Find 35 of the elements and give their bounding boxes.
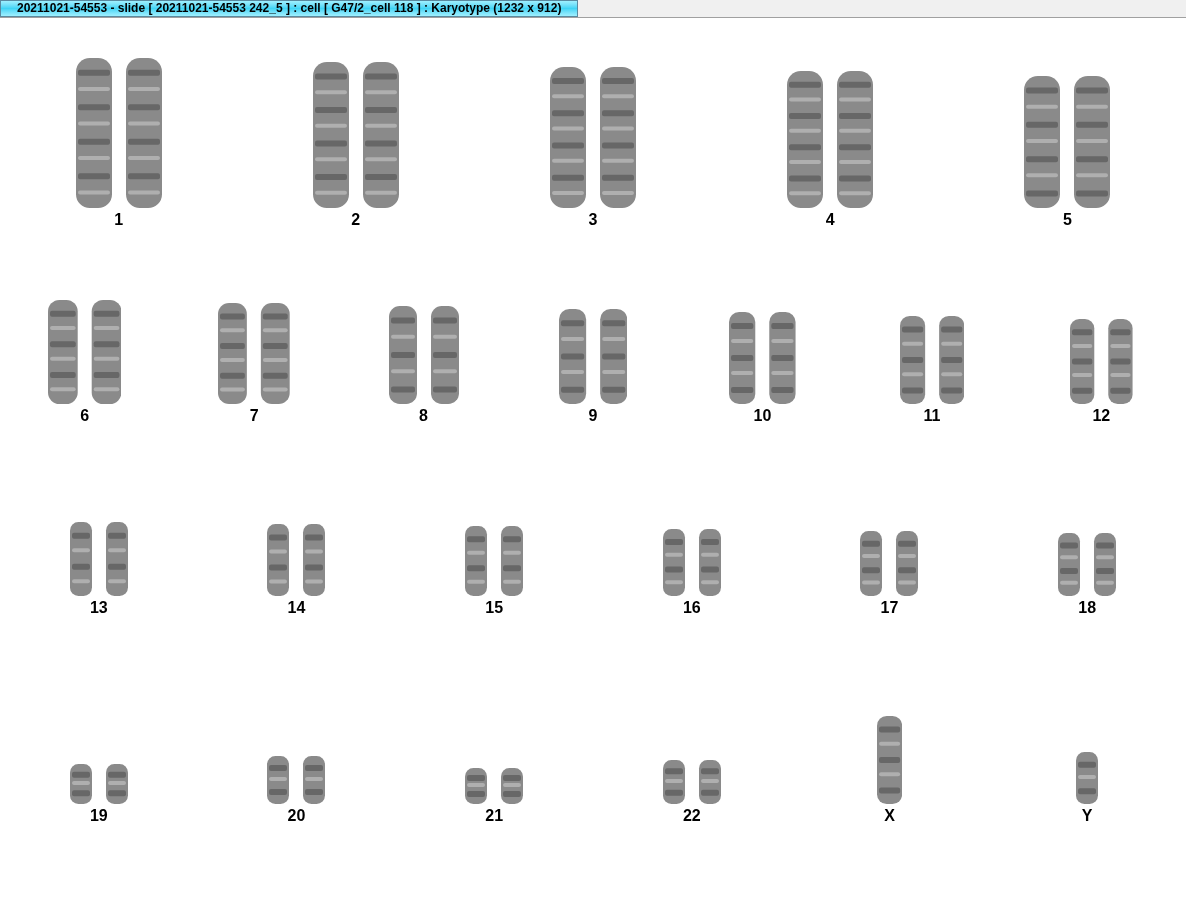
chromosome-pair-drawing	[465, 526, 524, 596]
chromosome-label: 11	[923, 406, 941, 426]
chromosome-label: 8	[419, 406, 428, 426]
chromosome-label: 15	[485, 598, 504, 618]
chromosome-label: 14	[287, 598, 306, 618]
chromosome-label: 21	[485, 806, 504, 826]
chromosome-pair-drawing	[860, 531, 919, 596]
chromosome-label: X	[884, 806, 895, 826]
chromosome-label: 4	[825, 210, 835, 230]
chromosome-pair-drawing	[1058, 533, 1117, 596]
chromosome-label: 19	[89, 806, 108, 826]
chromosome-label: 20	[287, 806, 306, 826]
chromosome-pair-drawing	[69, 764, 128, 804]
chromosome-label: 6	[80, 406, 90, 426]
chromosome-label: 2	[351, 210, 361, 230]
chromosome-label: 7	[249, 406, 259, 426]
chromosome-label: 1	[114, 210, 124, 230]
chromosome-label: 13	[89, 598, 108, 618]
chromosome-label: 12	[1092, 406, 1111, 426]
chromosome-label: 3	[588, 210, 598, 230]
chromosome-label: 18	[1078, 598, 1097, 618]
chromosome-pair-drawing	[662, 760, 721, 804]
chromosome-label: 5	[1062, 210, 1072, 230]
chromosome-pair-drawing	[267, 524, 326, 596]
chromosome-label: 17	[880, 598, 899, 618]
chromosome-label: 16	[682, 598, 701, 618]
chromosome-label: 22	[682, 806, 701, 826]
chromosome-drawing	[1076, 752, 1099, 804]
chromosome-label: 9	[588, 406, 598, 426]
chromosome-label: Y	[1081, 806, 1093, 826]
chromosome-pair-drawing	[267, 756, 326, 804]
chromosome-pair-drawing	[662, 529, 721, 596]
chromosome-pair-drawing	[465, 768, 524, 804]
chromosome-label: 10	[753, 406, 772, 426]
window-title[interactable]: 20211021-54553 - slide [ 20211021-54553 242_5 ] : cell [ G47/2_cell 118 ] : Karyotype (1232 x 912)	[0, 0, 579, 17]
